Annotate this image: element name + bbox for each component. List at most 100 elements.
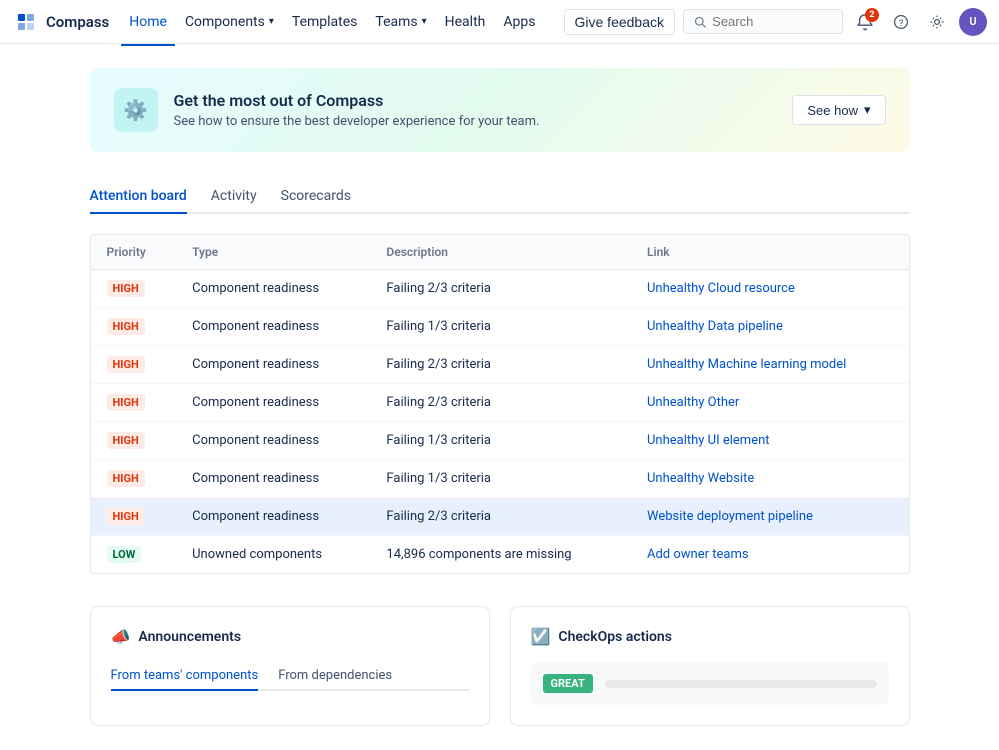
chevron-down-icon: ▾ [864,102,871,118]
checkops-preview: GREAT [531,662,889,705]
cell-priority: HIGH [91,498,177,536]
cell-type: Component readiness [176,384,370,422]
ann-tab-from-dependencies[interactable]: From dependencies [278,662,392,691]
cell-description: Failing 2/3 criteria [370,384,631,422]
settings-button[interactable] [923,8,951,36]
notification-badge: 2 [865,8,879,22]
cell-description: Failing 2/3 criteria [370,270,631,308]
table-row: HIGH Component readiness Failing 2/3 cri… [91,270,909,308]
tab-scorecards[interactable]: Scorecards [281,180,351,214]
checkops-badge: GREAT [543,674,593,693]
navbar: Compass Home Components ▾ Templates Team… [0,0,999,44]
row-link[interactable]: Unhealthy Other [647,395,739,410]
row-link[interactable]: Unhealthy Cloud resource [647,281,795,296]
help-button[interactable]: ? [887,8,915,36]
see-how-button[interactable]: See how ▾ [792,95,885,125]
priority-badge: HIGH [107,394,145,411]
priority-badge: HIGH [107,432,145,449]
priority-badge: HIGH [107,280,145,297]
nav-item-teams[interactable]: Teams ▾ [367,10,434,34]
announcements-card: 📣 Announcements From teams' components F… [90,606,490,726]
table: Priority Type Description Link HIGH Comp… [91,235,909,573]
cell-type: Component readiness [176,308,370,346]
nav-item-apps[interactable]: Apps [495,10,543,34]
table-row: HIGH Component readiness Failing 2/3 cri… [91,346,909,384]
cell-description: Failing 1/3 criteria [370,460,631,498]
cell-link: Unhealthy UI element [631,422,909,460]
banner-title: Get the most out of Compass [174,91,540,110]
cell-priority: HIGH [91,270,177,308]
row-link[interactable]: Unhealthy Data pipeline [647,319,783,334]
nav-item-components[interactable]: Components ▾ [177,10,282,34]
priority-badge: HIGH [107,470,145,487]
announcements-header: 📣 Announcements [111,627,469,646]
cell-description: Failing 1/3 criteria [370,422,631,460]
nav-items: Home Components ▾ Templates Teams ▾ Heal… [121,10,559,34]
cell-description: 14,896 components are missing [370,536,631,574]
cell-link: Website deployment pipeline [631,498,909,536]
cell-type: Component readiness [176,498,370,536]
logo[interactable]: Compass [12,8,109,36]
cell-priority: HIGH [91,308,177,346]
cell-description: Failing 2/3 criteria [370,498,631,536]
chevron-down-icon: ▾ [422,16,427,27]
navbar-right: Give feedback 2 ? [564,8,988,36]
row-link[interactable]: Website deployment pipeline [647,509,813,524]
nav-item-home[interactable]: Home [121,10,175,34]
cell-link: Unhealthy Data pipeline [631,308,909,346]
col-priority: Priority [91,235,177,270]
cell-description: Failing 2/3 criteria [370,346,631,384]
cell-priority: HIGH [91,384,177,422]
cell-type: Component readiness [176,270,370,308]
priority-badge: HIGH [107,356,145,373]
row-link[interactable]: Add owner teams [647,547,749,562]
feedback-button[interactable]: Give feedback [564,9,676,35]
bottom-cards: 📣 Announcements From teams' components F… [90,606,910,726]
table-row: HIGH Component readiness Failing 1/3 cri… [91,460,909,498]
cell-description: Failing 1/3 criteria [370,308,631,346]
chevron-down-icon: ▾ [269,16,274,27]
cell-priority: HIGH [91,422,177,460]
cell-link: Unhealthy Website [631,460,909,498]
table-body: HIGH Component readiness Failing 2/3 cri… [91,270,909,574]
search-icon [694,15,706,29]
banner-left: ⚙️ Get the most out of Compass See how t… [114,88,540,132]
tab-attention-board[interactable]: Attention board [90,180,187,214]
col-link: Link [631,235,909,270]
main-tabs: Attention board Activity Scorecards [90,180,910,214]
ann-tab-teams-components[interactable]: From teams' components [111,662,259,691]
table-row: HIGH Component readiness Failing 1/3 cri… [91,308,909,346]
row-link[interactable]: Unhealthy Machine learning model [647,357,846,372]
table-row: LOW Unowned components 14,896 components… [91,536,909,574]
nav-item-templates[interactable]: Templates [284,10,366,34]
nav-item-health[interactable]: Health [437,10,494,34]
banner: ⚙️ Get the most out of Compass See how t… [90,68,910,152]
cell-priority: HIGH [91,460,177,498]
search-input[interactable] [712,14,832,29]
banner-text: Get the most out of Compass See how to e… [174,91,540,129]
banner-subtitle: See how to ensure the best developer exp… [174,114,540,129]
table-row: HIGH Component readiness Failing 2/3 cri… [91,384,909,422]
priority-badge: HIGH [107,508,145,525]
cell-type: Component readiness [176,460,370,498]
search-box[interactable] [683,9,843,34]
attention-table: Priority Type Description Link HIGH Comp… [90,234,910,574]
cell-link: Unhealthy Cloud resource [631,270,909,308]
cell-priority: LOW [91,536,177,574]
checkops-header: ☑️ CheckOps actions [531,627,889,646]
checkops-icon: ☑️ [531,627,551,646]
avatar[interactable]: U [959,8,987,36]
table-row: HIGH Component readiness Failing 2/3 cri… [91,498,909,536]
announcements-tabs: From teams' components From dependencies [111,662,469,691]
main-content: ⚙️ Get the most out of Compass See how t… [50,44,950,750]
checkops-card: ☑️ CheckOps actions GREAT [510,606,910,726]
col-description: Description [370,235,631,270]
notifications-button[interactable]: 2 [851,8,879,36]
settings-icon [929,14,945,30]
row-link[interactable]: Unhealthy Website [647,471,754,486]
row-link[interactable]: Unhealthy UI element [647,433,770,448]
megaphone-icon: 📣 [111,627,131,646]
checkops-progress-bar [605,680,877,688]
tab-activity[interactable]: Activity [211,180,257,214]
cell-link: Add owner teams [631,536,909,574]
